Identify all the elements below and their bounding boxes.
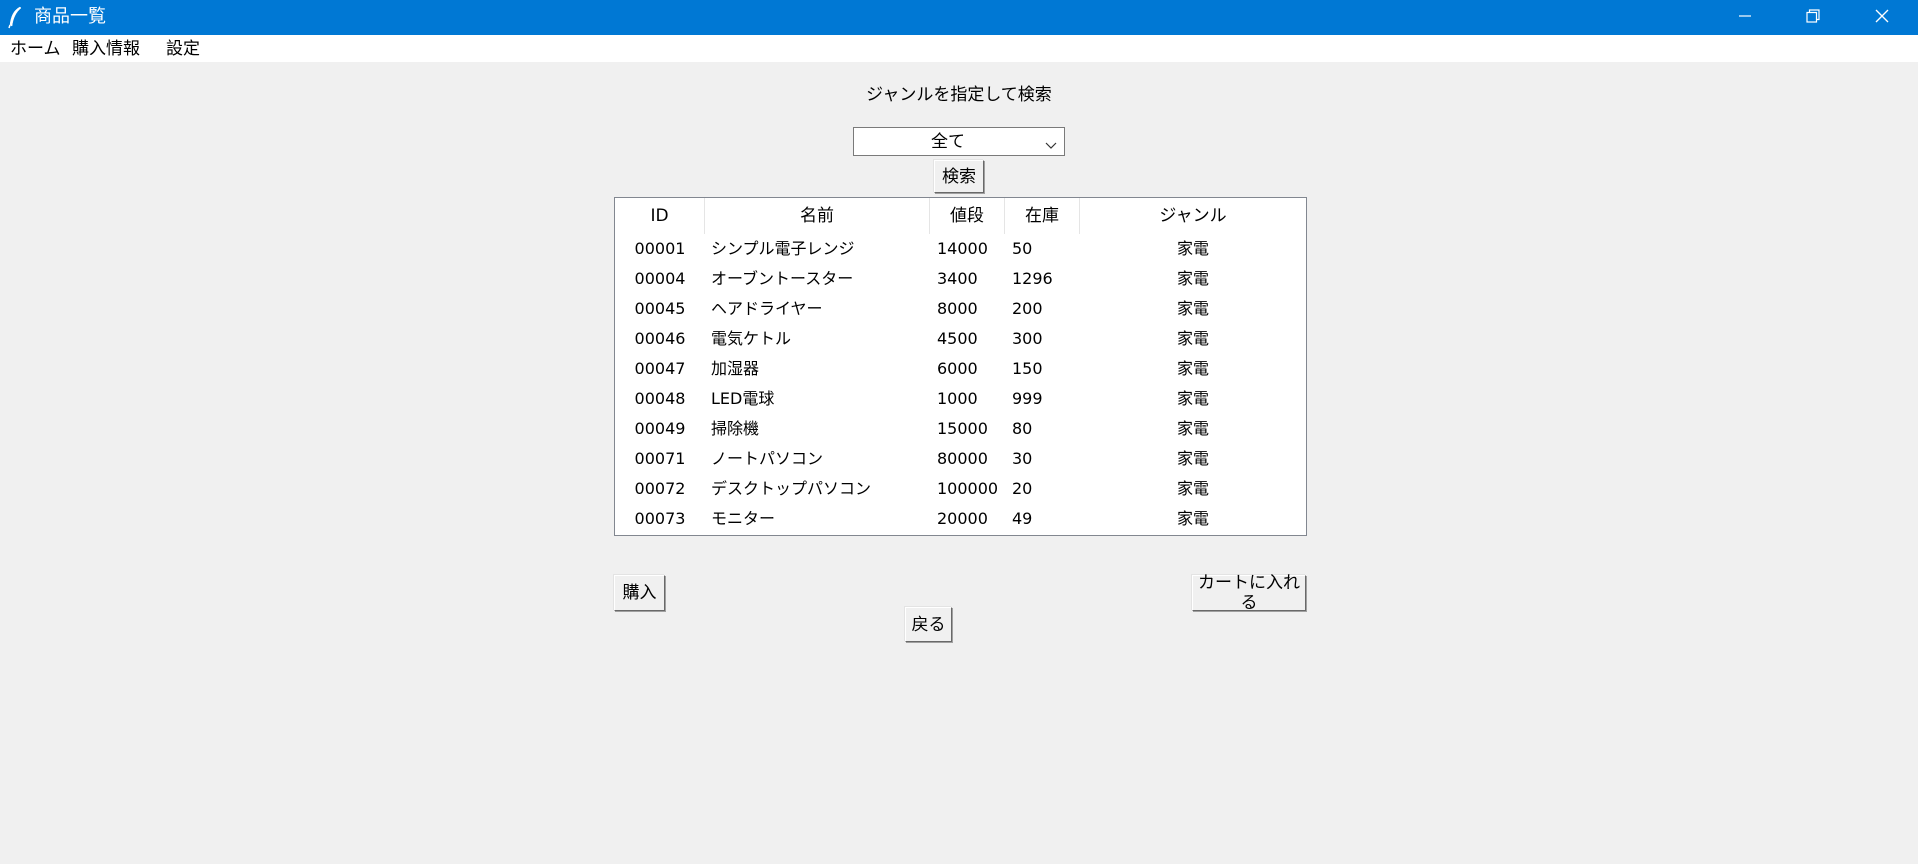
genre-select[interactable]: 全て bbox=[853, 127, 1065, 156]
cell-genre: 家電 bbox=[1176, 389, 1209, 408]
cell-stock: 50 bbox=[1012, 239, 1033, 258]
product-table: ID 名前 値段 在庫 ジャンル 00001 シンプル電子レンジ 14000 5… bbox=[614, 197, 1307, 536]
cell-id: 00047 bbox=[634, 359, 686, 378]
table-row[interactable]: 00048 LED電球 1000 999 家電 bbox=[615, 384, 1306, 414]
restore-button[interactable] bbox=[1779, 0, 1847, 35]
cell-name: デスクトップパソコン bbox=[711, 479, 872, 498]
cell-price: 80000 bbox=[937, 449, 988, 468]
cell-price: 14000 bbox=[937, 239, 988, 258]
chevron-down-icon bbox=[1045, 136, 1057, 149]
table-row[interactable]: 00001 シンプル電子レンジ 14000 50 家電 bbox=[615, 234, 1306, 264]
minimize-icon bbox=[1738, 8, 1752, 27]
genre-select-value: 全て bbox=[931, 132, 965, 152]
cell-name: LED電球 bbox=[711, 389, 775, 408]
cell-id: 00071 bbox=[634, 449, 686, 468]
cell-name: ヘアドライヤー bbox=[711, 299, 823, 318]
cell-genre: 家電 bbox=[1176, 299, 1209, 318]
cell-name: モニター bbox=[711, 509, 776, 528]
cell-price: 1000 bbox=[937, 389, 978, 408]
cell-genre: 家電 bbox=[1176, 449, 1209, 468]
table-row[interactable]: 00045 ヘアドライヤー 8000 200 家電 bbox=[615, 294, 1306, 324]
menu-purchase-info[interactable]: 購入情報 bbox=[72, 39, 140, 59]
table-row[interactable]: 00073 モニター 20000 49 家電 bbox=[615, 504, 1306, 534]
column-header-price[interactable]: 値段 bbox=[930, 198, 1005, 234]
app-window: 商品一覧 ホーム 購入情報 設定 ジャンルを指定して検索 全て 検索 ID 名前… bbox=[0, 0, 1918, 864]
cell-price: 20000 bbox=[937, 509, 988, 528]
cell-price: 3400 bbox=[937, 269, 978, 288]
search-label: ジャンルを指定して検索 bbox=[866, 85, 1052, 105]
cell-name: ノートパソコン bbox=[711, 449, 824, 468]
cell-name: 掃除機 bbox=[711, 419, 760, 438]
table-row[interactable]: 00047 加湿器 6000 150 家電 bbox=[615, 354, 1306, 384]
cell-name: オーブントースター bbox=[711, 269, 854, 288]
cell-genre: 家電 bbox=[1176, 239, 1209, 258]
cell-id: 00073 bbox=[634, 509, 686, 528]
cell-stock: 150 bbox=[1012, 359, 1043, 378]
cell-stock: 80 bbox=[1012, 419, 1033, 438]
column-header-genre[interactable]: ジャンル bbox=[1080, 198, 1306, 234]
close-button[interactable] bbox=[1848, 0, 1916, 35]
table-header: ID 名前 値段 在庫 ジャンル bbox=[615, 198, 1306, 234]
cell-id: 00004 bbox=[634, 269, 686, 288]
column-header-stock[interactable]: 在庫 bbox=[1005, 198, 1080, 234]
back-button[interactable]: 戻る bbox=[905, 607, 952, 642]
cell-genre: 家電 bbox=[1176, 509, 1209, 528]
cell-id: 00046 bbox=[634, 329, 686, 348]
menu-home[interactable]: ホーム bbox=[10, 39, 61, 59]
minimize-button[interactable] bbox=[1711, 0, 1779, 35]
cell-name: 電気ケトル bbox=[711, 329, 792, 348]
cell-stock: 300 bbox=[1012, 329, 1043, 348]
buy-button[interactable]: 購入 bbox=[614, 575, 665, 611]
cell-id: 00045 bbox=[634, 299, 686, 318]
cell-price: 6000 bbox=[937, 359, 978, 378]
cell-genre: 家電 bbox=[1176, 329, 1209, 348]
window-title: 商品一覧 bbox=[34, 6, 106, 27]
table-row[interactable]: 00004 オーブントースター 3400 1296 家電 bbox=[615, 264, 1306, 294]
cell-price: 4500 bbox=[937, 329, 978, 348]
cell-id: 00072 bbox=[634, 479, 686, 498]
cell-name: 加湿器 bbox=[711, 359, 760, 378]
cell-stock: 49 bbox=[1012, 509, 1033, 528]
add-to-cart-button[interactable]: カートに入れる bbox=[1192, 573, 1306, 613]
cell-genre: 家電 bbox=[1176, 479, 1209, 498]
column-header-name[interactable]: 名前 bbox=[705, 198, 930, 234]
table-row[interactable]: 00071 ノートパソコン 80000 30 家電 bbox=[615, 444, 1306, 474]
restore-icon bbox=[1805, 8, 1821, 28]
cell-price: 100000 bbox=[937, 479, 999, 498]
cell-price: 15000 bbox=[937, 419, 988, 438]
cell-stock: 30 bbox=[1012, 449, 1033, 468]
table-row[interactable]: 00072 デスクトップパソコン 100000 20 家電 bbox=[615, 474, 1306, 504]
column-header-id[interactable]: ID bbox=[615, 198, 705, 234]
cell-id: 00048 bbox=[634, 389, 686, 408]
menu-bar: ホーム 購入情報 設定 bbox=[0, 35, 1918, 62]
title-bar: 商品一覧 bbox=[0, 0, 1918, 35]
cell-name: シンプル電子レンジ bbox=[711, 239, 855, 258]
table-row[interactable]: 00049 掃除機 15000 80 家電 bbox=[615, 414, 1306, 444]
cell-stock: 200 bbox=[1012, 299, 1043, 318]
cell-stock: 20 bbox=[1012, 479, 1033, 498]
search-button[interactable]: 検索 bbox=[934, 160, 984, 193]
cell-id: 00049 bbox=[634, 419, 686, 438]
cell-id: 00001 bbox=[634, 239, 686, 258]
feather-icon bbox=[6, 5, 24, 29]
cell-price: 8000 bbox=[937, 299, 978, 318]
cell-genre: 家電 bbox=[1176, 269, 1209, 288]
table-row[interactable]: 00046 電気ケトル 4500 300 家電 bbox=[615, 324, 1306, 354]
cell-stock: 999 bbox=[1012, 389, 1043, 408]
cell-genre: 家電 bbox=[1176, 419, 1209, 438]
close-icon bbox=[1874, 8, 1890, 28]
cell-stock: 1296 bbox=[1012, 269, 1053, 288]
menu-settings[interactable]: 設定 bbox=[166, 39, 200, 59]
cell-genre: 家電 bbox=[1176, 359, 1209, 378]
